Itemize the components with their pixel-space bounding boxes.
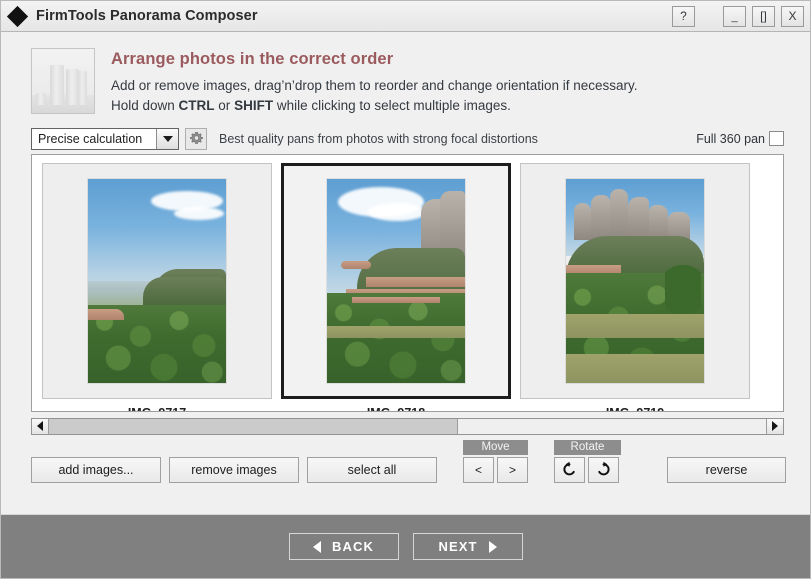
- triangle-left-icon: [37, 421, 43, 432]
- wizard-step-thumbnail: [31, 48, 95, 114]
- instruction-text-mid: or: [214, 97, 235, 113]
- key-ctrl: CTRL: [178, 97, 215, 113]
- triangle-right-icon: [772, 421, 778, 432]
- options-bar: Precise calculation Best quality pans fr…: [1, 124, 810, 154]
- rotate-counterclockwise-button[interactable]: [554, 456, 585, 483]
- calculation-mode-select[interactable]: Precise calculation: [31, 127, 179, 150]
- add-images-button[interactable]: add images...: [31, 456, 161, 483]
- diamond-icon: [6, 5, 29, 27]
- action-bar: add images... remove images select all M…: [1, 435, 810, 514]
- header-instruction-line-2: Hold down CTRL or SHIFT while clicking t…: [111, 96, 638, 116]
- thumbnail-frame[interactable]: [520, 162, 750, 399]
- thumbnail-caption: IMG_9717: [128, 406, 186, 411]
- scroll-right-button[interactable]: [766, 418, 783, 434]
- window-title: FirmTools Panorama Composer: [36, 8, 258, 24]
- rotate-group: Rotate: [554, 439, 621, 483]
- full360-label: Full 360 pan: [696, 131, 765, 146]
- minimize-button[interactable]: _: [723, 5, 746, 27]
- thumbnail-rock: [78, 71, 87, 105]
- thumbnail-strip[interactable]: IMG_9717 IMG_9718: [31, 153, 784, 412]
- title-bar: FirmTools Panorama Composer ? _ [] X: [1, 1, 810, 32]
- back-button[interactable]: BACK: [288, 533, 399, 560]
- back-button-label: BACK: [332, 539, 374, 554]
- calculation-mode-hint: Best quality pans from photos with stron…: [219, 131, 538, 146]
- thumbnail-frame[interactable]: [281, 162, 511, 399]
- photo-preview: [87, 177, 227, 384]
- page-header: Arrange photos in the correct order Add …: [1, 32, 810, 124]
- instruction-text-pre: Hold down: [111, 97, 179, 113]
- thumbnail-item-selected[interactable]: IMG_9718: [279, 162, 513, 411]
- rotate-group-label: Rotate: [554, 439, 621, 455]
- scrollbar-track[interactable]: [49, 418, 766, 434]
- application-window: FirmTools Panorama Composer ? _ [] X Arr…: [0, 0, 811, 579]
- move-buttons: < >: [463, 456, 528, 483]
- thumbnail-caption: IMG_9718: [367, 406, 425, 411]
- scrollbar-thumb[interactable]: [49, 418, 458, 434]
- header-instruction-line-1: Add or remove images, drag’n’drop them t…: [111, 78, 638, 93]
- move-right-button[interactable]: >: [497, 456, 528, 483]
- photo-preview: [565, 177, 705, 384]
- remove-images-button[interactable]: remove images: [169, 456, 299, 483]
- chevron-down-icon: [162, 135, 173, 142]
- next-button[interactable]: NEXT: [412, 533, 523, 560]
- triangle-right-icon: [488, 540, 497, 553]
- select-all-button[interactable]: select all: [307, 456, 437, 483]
- thumbnail-rock: [36, 93, 46, 105]
- thumbnail-frame[interactable]: [42, 162, 272, 399]
- thumbnail-rock: [50, 65, 64, 105]
- scroll-left-button[interactable]: [32, 418, 49, 434]
- rotate-buttons: [554, 456, 621, 483]
- next-button-label: NEXT: [438, 539, 478, 554]
- thumbnail-item[interactable]: IMG_9717: [40, 162, 274, 411]
- help-button[interactable]: ?: [672, 5, 695, 27]
- horizontal-scrollbar[interactable]: [31, 417, 784, 435]
- page-title: Arrange photos in the correct order: [111, 50, 394, 68]
- move-group: Move < >: [463, 439, 528, 483]
- full360-checkbox[interactable]: [769, 131, 784, 147]
- thumbnail-caption: IMG_9719: [606, 406, 664, 411]
- header-text-block: Arrange photos in the correct order Add …: [111, 48, 638, 116]
- settings-button[interactable]: [185, 127, 207, 150]
- rotate-clockwise-icon: [598, 462, 610, 476]
- reverse-button[interactable]: reverse: [667, 456, 786, 483]
- gear-icon: [189, 132, 203, 145]
- thumbnail-item[interactable]: IMG_9719: [518, 162, 752, 411]
- rotate-counterclockwise-icon: [563, 462, 575, 476]
- maximize-button[interactable]: []: [752, 5, 775, 27]
- move-left-button[interactable]: <: [463, 456, 494, 483]
- wizard-footer: BACK NEXT: [1, 514, 810, 578]
- triangle-left-icon: [313, 540, 322, 553]
- close-button[interactable]: X: [781, 5, 804, 27]
- key-shift: SHIFT: [234, 97, 274, 113]
- rotate-clockwise-button[interactable]: [588, 456, 619, 483]
- photo-preview: [326, 177, 466, 384]
- calculation-mode-dropdown-button[interactable]: [156, 128, 178, 149]
- instruction-text-post: while clicking to select multiple images…: [273, 97, 511, 113]
- move-group-label: Move: [463, 439, 528, 455]
- calculation-mode-value: Precise calculation: [38, 131, 143, 146]
